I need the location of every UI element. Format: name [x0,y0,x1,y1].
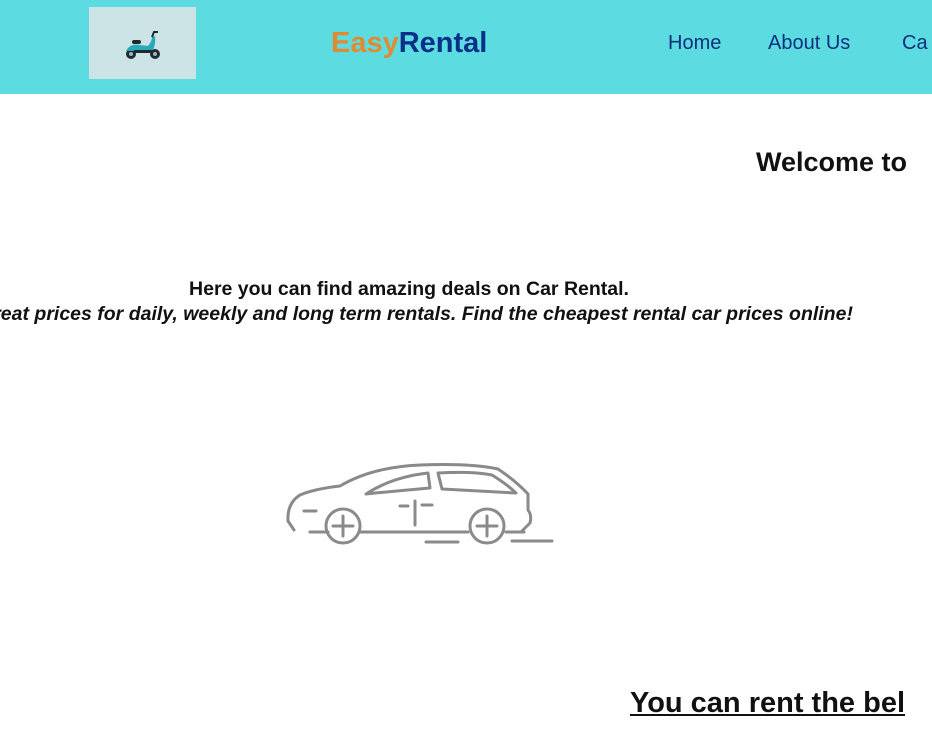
intro-text: Here you can find amazing deals on Car R… [0,277,898,327]
nav-link-cars[interactable]: Ca [902,31,928,55]
scooter-icon [126,31,160,59]
intro-line: Here you can find amazing deals on Car R… [189,278,629,300]
brand-easy: Easy [331,27,399,59]
car-icon [286,463,554,545]
intro-detail: e great prices for daily, weekly and lon… [0,303,853,325]
welcome-heading: Welcome to [756,147,908,177]
brand-name[interactable]: EasyRental [331,26,487,60]
logo[interactable] [89,7,196,79]
nav-home-link[interactable]: Home [668,31,721,55]
brand-rental: Rental [398,27,488,59]
nav-about-us-link[interactable]: About Us [768,31,850,55]
page: EasyRental Home About Us Ca Welcome to H… [0,0,932,752]
site-header: EasyRental Home About Us Ca [0,0,932,94]
rent-heading: You can rent the bel [630,687,906,719]
